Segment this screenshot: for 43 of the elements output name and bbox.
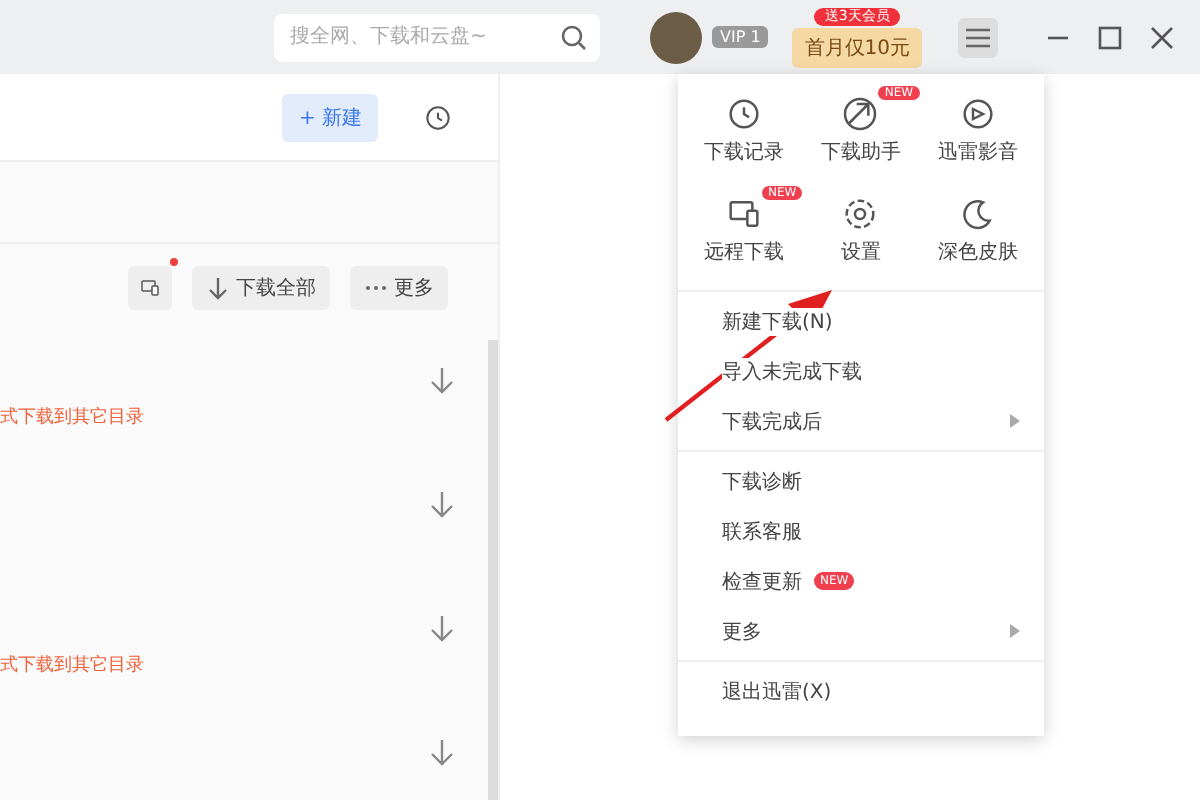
error-note: 式下载到其它目录 [0, 405, 144, 430]
vip-badge: VIP 1 [712, 26, 769, 48]
notification-dot [170, 258, 178, 266]
close-icon[interactable] [1146, 21, 1179, 53]
more-button[interactable]: 更多 [350, 266, 448, 310]
submenu-arrow-icon [1010, 414, 1020, 428]
menu-item[interactable]: 退出迅雷(X) [678, 666, 1044, 716]
menu-item[interactable]: 联系客服 [678, 506, 1044, 556]
windows-icon [138, 276, 162, 300]
maximize-icon[interactable] [1094, 21, 1127, 53]
scrollbar[interactable] [488, 340, 498, 800]
moon-icon [957, 194, 998, 234]
menu-item[interactable]: 更多 [678, 606, 1044, 656]
search-field[interactable]: 搜全网、下载和云盘~ [274, 13, 600, 61]
download-arrow-icon[interactable] [430, 738, 454, 766]
menu-button[interactable] [958, 17, 999, 57]
download-all-button[interactable]: 下载全部 [192, 266, 330, 310]
clock-icon [724, 94, 765, 134]
download-arrow-icon[interactable] [430, 366, 454, 394]
menu-icon [966, 27, 991, 47]
play-circle-icon [957, 94, 998, 134]
submenu-arrow-icon [1010, 624, 1020, 638]
gear-icon [840, 194, 881, 234]
menu-grid-item[interactable]: 深色皮肤 [919, 190, 1036, 270]
download-arrow-icon[interactable] [430, 614, 454, 642]
download-arrow-icon [206, 276, 230, 300]
download-arrow-icon[interactable] [430, 490, 454, 518]
menu-grid-item[interactable]: 设置 [802, 190, 920, 270]
ellipsis-icon [364, 284, 388, 292]
arrow-circle-icon [840, 94, 881, 134]
search-input[interactable]: 搜全网、下载和云盘~ [286, 24, 560, 50]
menu-item[interactable]: 下载诊断 [678, 456, 1044, 506]
history-icon[interactable] [422, 101, 454, 133]
menu-item[interactable]: 下载完成后 [678, 396, 1044, 446]
menu-grid-item[interactable]: 下载记录 [686, 90, 803, 170]
menu-item[interactable]: 导入未完成下载 [678, 346, 1044, 396]
error-note: 式下载到其它目录 [0, 653, 144, 678]
new-button[interactable]: + 新建 [282, 93, 378, 141]
menu-item[interactable]: 新建下载(N) [678, 296, 1044, 346]
user-avatar[interactable] [650, 11, 702, 63]
search-icon[interactable] [560, 23, 588, 51]
promo-button[interactable]: 首月仅10元 [792, 27, 923, 67]
menu-grid-item[interactable]: 迅雷影音 [919, 90, 1036, 170]
